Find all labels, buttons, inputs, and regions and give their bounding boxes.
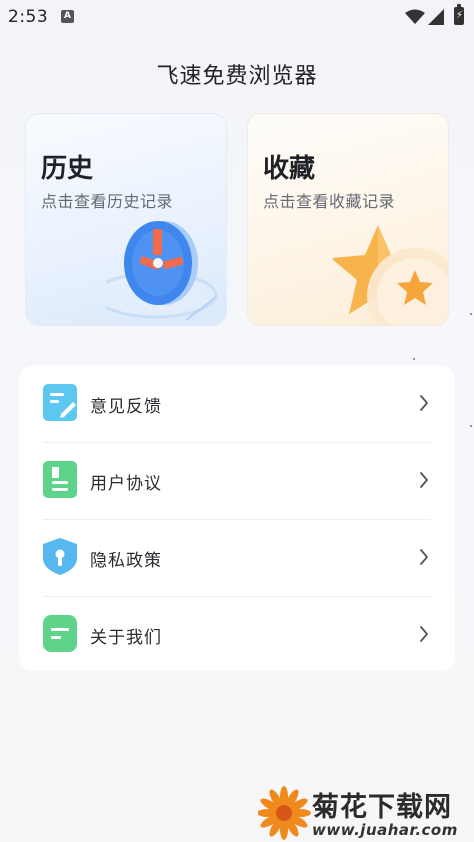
- chrysanthemum-logo-icon: [258, 786, 311, 840]
- watermark-url: www.juahar.com: [312, 821, 458, 839]
- notification-icon: A: [61, 10, 74, 23]
- menu-item-label: 用户协议: [90, 474, 162, 494]
- status-time: 2:53: [8, 7, 49, 27]
- app-title: 飞速免费浏览器: [156, 64, 318, 89]
- menu-item-about-us[interactable]: 关于我们: [19, 597, 455, 674]
- chevron-right-icon: [420, 395, 428, 411]
- edge-mark: [470, 425, 472, 427]
- history-card[interactable]: 历史 点击查看历史记录: [25, 113, 227, 326]
- signal-icon: [428, 9, 444, 25]
- menu-item-label: 意见反馈: [90, 397, 162, 417]
- menu-item-label: 关于我们: [90, 628, 162, 648]
- history-card-subtitle: 点击查看历史记录: [41, 192, 174, 211]
- document-icon: [43, 461, 77, 498]
- menu-item-label: 隐私政策: [90, 551, 162, 571]
- favorites-card[interactable]: 收藏 点击查看收藏记录: [247, 113, 449, 326]
- chevron-right-icon: [420, 626, 428, 642]
- wifi-icon: [405, 9, 425, 24]
- status-bar: 2:53 A ⚡: [0, 0, 474, 34]
- history-card-title: 历史: [41, 154, 94, 184]
- menu-item-privacy-policy[interactable]: 隐私政策: [19, 520, 455, 597]
- watermark: 菊花下载网 www.juahar.com: [258, 785, 474, 842]
- menu-item-feedback[interactable]: 意见反馈: [19, 366, 455, 443]
- screen: 2:53 A ⚡ 飞速免费浏览器 历史 点击查看历史记录 收藏 点击查看收藏记录…: [0, 0, 474, 842]
- battery-charging-icon: ⚡: [454, 4, 464, 25]
- settings-menu: 意见反馈 用户协议 隐私政策 关于我们: [19, 366, 455, 671]
- message-icon: [43, 615, 77, 652]
- favorites-card-subtitle: 点击查看收藏记录: [263, 192, 396, 211]
- menu-item-user-agreement[interactable]: 用户协议: [19, 443, 455, 520]
- clock-icon: [106, 221, 218, 321]
- shield-icon: [43, 538, 77, 575]
- star-icon: [333, 225, 448, 325]
- watermark-text: 菊花下载网: [312, 792, 452, 823]
- favorites-card-title: 收藏: [263, 154, 316, 184]
- chevron-right-icon: [420, 549, 428, 565]
- edge-mark: [470, 313, 472, 315]
- chevron-right-icon: [420, 472, 428, 488]
- feedback-icon: [43, 384, 77, 421]
- edge-mark: [413, 358, 415, 360]
